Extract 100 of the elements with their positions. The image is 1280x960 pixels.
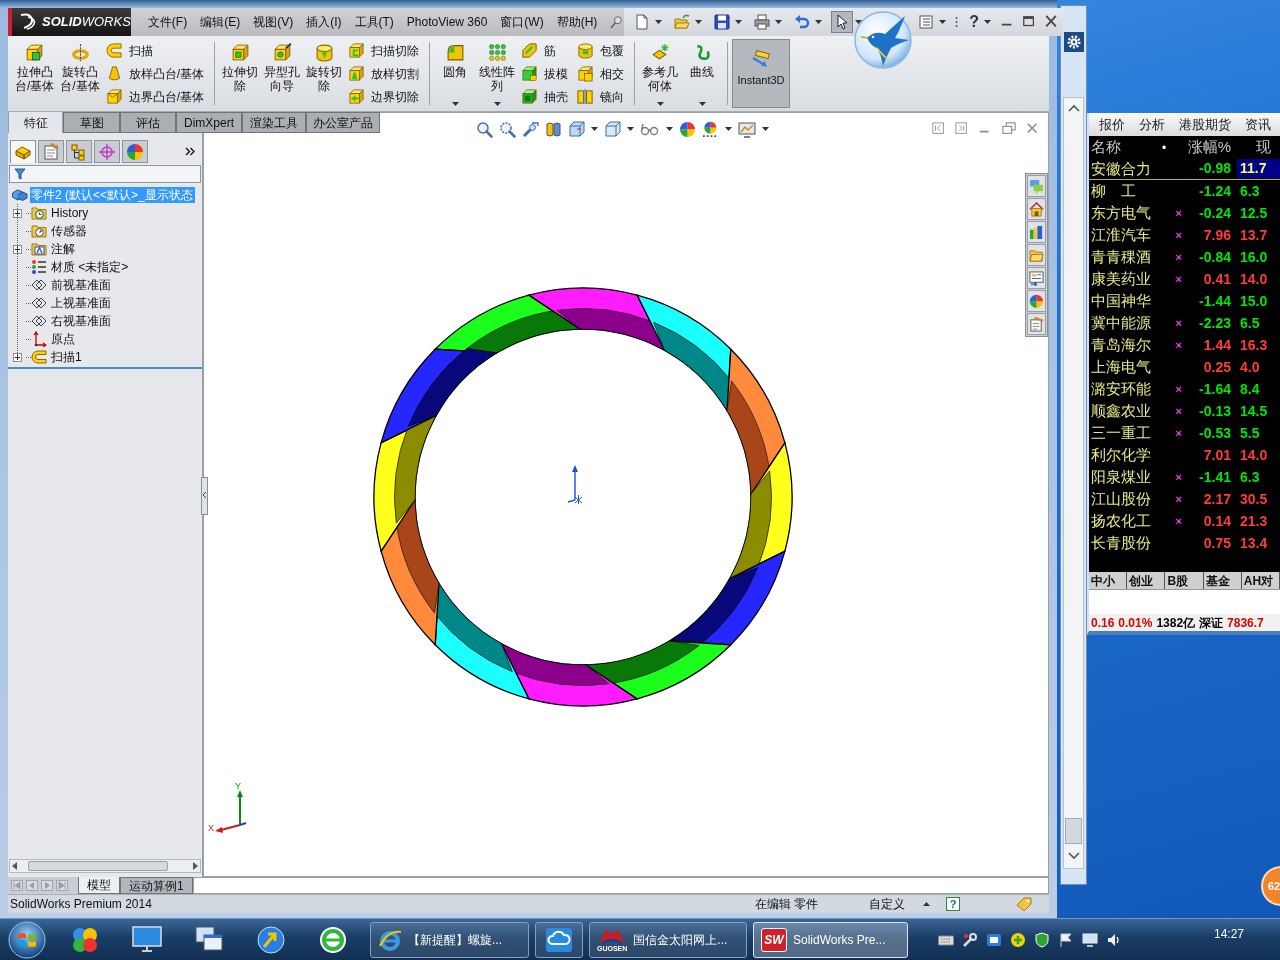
- ruler-arrow-icon[interactable]: [751, 50, 772, 68]
- glasses-icon[interactable]: [640, 122, 660, 136]
- windows-icon[interactable]: [194, 924, 224, 953]
- tab[interactable]: 渲染工具: [242, 112, 306, 133]
- tree-item[interactable]: 传感器: [50, 223, 88, 239]
- tab[interactable]: 基金: [1203, 572, 1242, 589]
- taskbar-button[interactable]: 【新提醒】螺旋...: [370, 921, 529, 958]
- ribbon-button[interactable]: 异型孔 向导: [261, 39, 304, 108]
- tab[interactable]: 资讯: [1245, 114, 1271, 135]
- double-chevron-icon[interactable]: [185, 147, 195, 156]
- color-ball-icon[interactable]: [702, 120, 719, 138]
- caret-icon[interactable]: [627, 127, 634, 131]
- rounded-block-icon[interactable]: [445, 43, 465, 62]
- ribbon-button[interactable]: 边界凸台/基体: [105, 87, 205, 106]
- caret-icon[interactable]: [735, 20, 743, 24]
- menu-item[interactable]: PhotoView 360: [406, 13, 488, 31]
- filter-icon[interactable]: [14, 168, 26, 180]
- tab[interactable]: DimXpert: [176, 112, 242, 133]
- caret-icon[interactable]: [923, 902, 930, 906]
- tab[interactable]: 草图: [63, 112, 120, 133]
- cube-icon[interactable]: [568, 120, 585, 138]
- caret-icon[interactable]: [655, 20, 663, 24]
- monitor-icon[interactable]: [132, 924, 162, 953]
- block-icon[interactable]: [348, 88, 366, 105]
- pin-icon[interactable]: [610, 15, 625, 29]
- tree-item[interactable]: 右视基准面: [50, 313, 112, 329]
- tree-item[interactable]: 上视基准面: [50, 295, 112, 311]
- tag-icon[interactable]: [1016, 897, 1032, 911]
- caret-icon[interactable]: [698, 102, 706, 106]
- cloud-icon[interactable]: [545, 926, 573, 953]
- keyboard-icon[interactable]: [938, 933, 954, 946]
- block-icon[interactable]: [577, 88, 595, 105]
- tree-item[interactable]: 材质 <未指定>: [50, 259, 130, 275]
- tree-item[interactable]: 注解: [50, 241, 76, 257]
- tree-item[interactable]: 原点: [50, 331, 76, 347]
- color-ball-icon[interactable]: [679, 120, 696, 138]
- ribbon-button[interactable]: 拔模: [521, 64, 569, 83]
- scrollbar-thumb[interactable]: [1065, 818, 1082, 844]
- block-icon[interactable]: [230, 43, 250, 62]
- tab[interactable]: 创业: [1127, 572, 1166, 589]
- filter-field[interactable]: [9, 165, 201, 183]
- caret-icon[interactable]: [656, 102, 664, 106]
- caret-icon[interactable]: [815, 20, 823, 24]
- expand-toggle-icon[interactable]: [12, 208, 22, 218]
- block-icon[interactable]: [521, 42, 539, 59]
- caret-icon[interactable]: [775, 20, 783, 24]
- cylinder-icon[interactable]: [314, 43, 334, 62]
- tab[interactable]: 运动算例1: [120, 877, 193, 894]
- caret-icon[interactable]: [855, 20, 863, 24]
- ribbon-button[interactable]: 相交: [577, 64, 625, 83]
- arrow-circle-icon[interactable]: [256, 924, 286, 955]
- panel-collapse-handle[interactable]: [201, 477, 208, 515]
- dot-grid-icon[interactable]: [487, 43, 507, 62]
- ribbon-button[interactable]: 放样凸台/基体: [105, 64, 205, 83]
- cylinder-icon[interactable]: [577, 42, 595, 59]
- tree-item[interactable]: 扫描1: [50, 349, 83, 365]
- ribbon-button[interactable]: 旋转切 除: [303, 39, 346, 108]
- caret-icon[interactable]: [725, 127, 732, 131]
- left-arrow-icon[interactable]: [12, 862, 18, 870]
- maximize-icon[interactable]: [1022, 15, 1037, 29]
- tab[interactable]: 办公室产品: [306, 112, 380, 133]
- scrollbar-thumb[interactable]: [28, 861, 168, 871]
- network-icon[interactable]: [986, 931, 1002, 948]
- start-orb-icon[interactable]: [8, 920, 46, 959]
- ribbon-button[interactable]: 圆角: [434, 39, 477, 108]
- tools-icon[interactable]: [962, 931, 978, 948]
- tab[interactable]: 中小: [1089, 572, 1128, 589]
- ribbon-button[interactable]: 拉伸凸 台/基体: [12, 39, 58, 108]
- tab[interactable]: 特征: [8, 112, 63, 133]
- drill-block-icon[interactable]: [272, 43, 292, 62]
- ribbon-button[interactable]: 线性阵 列: [476, 39, 519, 108]
- block-icon[interactable]: [348, 65, 366, 82]
- tree-item[interactable]: History: [50, 205, 90, 221]
- ribbon-button[interactable]: 边界切除: [348, 87, 420, 106]
- ribbon-button[interactable]: 扫描: [105, 41, 205, 60]
- plus-icon[interactable]: [1010, 931, 1026, 948]
- vertical-scrollbar[interactable]: [1063, 97, 1084, 869]
- tab[interactable]: 港股期货: [1179, 114, 1231, 135]
- instant3d-button[interactable]: Instant3D: [732, 39, 791, 108]
- hook-icon[interactable]: [105, 42, 123, 59]
- ribbon-button[interactable]: 曲线: [681, 39, 724, 108]
- tab[interactable]: B股: [1165, 572, 1204, 589]
- expand-toggle-icon[interactable]: [12, 352, 22, 362]
- tile-right-icon[interactable]: [955, 122, 969, 136]
- magnifier-icon[interactable]: [476, 120, 493, 138]
- tree-item[interactable]: 前视基准面: [50, 277, 112, 293]
- shield-icon[interactable]: [1034, 931, 1050, 948]
- menu-item[interactable]: 窗口(W): [500, 13, 544, 31]
- ribbon-button[interactable]: 抽壳: [521, 87, 569, 106]
- caret-icon[interactable]: [695, 20, 703, 24]
- tab[interactable]: 评估: [120, 112, 176, 133]
- tile-left-icon[interactable]: [932, 122, 946, 136]
- block-icon[interactable]: [577, 65, 595, 82]
- browser-icon[interactable]: [318, 924, 348, 955]
- menu-item[interactable]: 帮助(H): [556, 13, 598, 31]
- zoom-arrow-icon[interactable]: [522, 120, 539, 138]
- expand-toggle-icon[interactable]: [12, 244, 22, 254]
- bird-app-icon[interactable]: [853, 10, 913, 70]
- horizontal-scrollbar[interactable]: [9, 859, 201, 873]
- close-icon[interactable]: [1026, 122, 1040, 136]
